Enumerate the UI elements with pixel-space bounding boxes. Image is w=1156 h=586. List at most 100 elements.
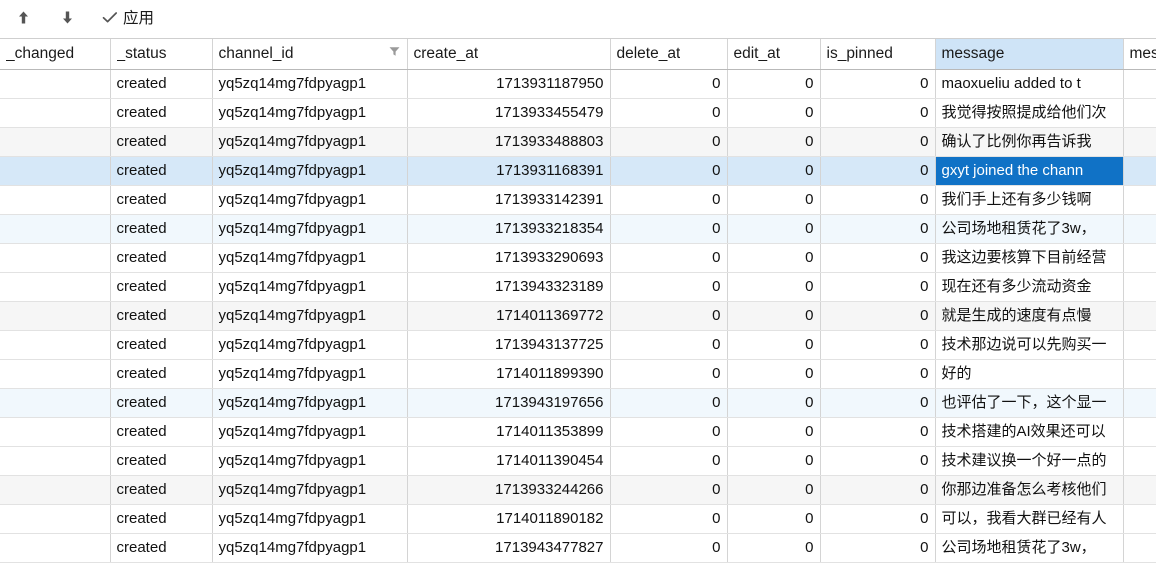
table-row[interactable]: created yq5zq14mg7fdpyagp1 1713933455479 0 0…: [0, 98, 1156, 128]
table-row[interactable]: created yq5zq14mg7fdpyagp1 1714011353899 0 0…: [0, 417, 1156, 447]
cell-delete_at[interactable]: 0: [610, 185, 728, 215]
cell-message2[interactable]: [1123, 127, 1156, 157]
cell-channel_id[interactable]: yq5zq14mg7fdpyagp1: [212, 446, 408, 476]
cell-create_at[interactable]: 1713933488803: [407, 127, 611, 157]
cell-edit_at[interactable]: 0: [727, 504, 821, 534]
cell-message2[interactable]: [1123, 533, 1156, 563]
cell-create_at[interactable]: 1713943197656: [407, 388, 611, 418]
table-row[interactable]: created yq5zq14mg7fdpyagp1 1713931187950 0 0…: [0, 69, 1156, 99]
cell-is_pinned[interactable]: 0: [820, 475, 936, 505]
column-header-is_pinned[interactable]: is_pinned: [820, 39, 936, 70]
cell-delete_at[interactable]: 0: [610, 475, 728, 505]
cell-message2[interactable]: [1123, 388, 1156, 418]
cell-edit_at[interactable]: 0: [727, 185, 821, 215]
cell-edit_at[interactable]: 0: [727, 533, 821, 563]
filter-funnel-icon[interactable]: [388, 39, 401, 68]
apply-button[interactable]: 应用: [96, 6, 164, 32]
cell-edit_at[interactable]: 0: [727, 214, 821, 244]
cell-edit_at[interactable]: 0: [727, 417, 821, 447]
cell-create_at[interactable]: 1713933290693: [407, 243, 611, 273]
cell-create_at[interactable]: 1713931187950: [407, 69, 611, 99]
cell-_status[interactable]: created: [110, 417, 213, 447]
cell-_status[interactable]: created: [110, 301, 213, 331]
cell-create_at[interactable]: 1713943137725: [407, 330, 611, 360]
cell-is_pinned[interactable]: 0: [820, 156, 936, 186]
cell-delete_at[interactable]: 0: [610, 417, 728, 447]
cell-channel_id[interactable]: yq5zq14mg7fdpyagp1: [212, 301, 408, 331]
cell-delete_at[interactable]: 0: [610, 69, 728, 99]
cell-message[interactable]: 我这边要核算下目前经营: [935, 243, 1124, 273]
cell-channel_id[interactable]: yq5zq14mg7fdpyagp1: [212, 388, 408, 418]
column-header-_changed[interactable]: _changed: [0, 39, 111, 70]
cell-edit_at[interactable]: 0: [727, 127, 821, 157]
cell-edit_at[interactable]: 0: [727, 359, 821, 389]
cell-_changed[interactable]: [0, 446, 111, 476]
cell-_changed[interactable]: [0, 127, 111, 157]
column-header-create_at[interactable]: create_at: [407, 39, 611, 70]
cell-create_at[interactable]: 1713933455479: [407, 98, 611, 128]
cell-_status[interactable]: created: [110, 446, 213, 476]
cell-is_pinned[interactable]: 0: [820, 301, 936, 331]
table-row[interactable]: created yq5zq14mg7fdpyagp1 1713943477827 0 0…: [0, 533, 1156, 563]
cell-delete_at[interactable]: 0: [610, 330, 728, 360]
cell-_changed[interactable]: [0, 359, 111, 389]
cell-message[interactable]: 就是生成的速度有点慢: [935, 301, 1124, 331]
cell-message2[interactable]: [1123, 243, 1156, 273]
cell-message[interactable]: 好的: [935, 359, 1124, 389]
cell-is_pinned[interactable]: 0: [820, 533, 936, 563]
cell-delete_at[interactable]: 0: [610, 272, 728, 302]
cell-_status[interactable]: created: [110, 214, 213, 244]
cell-_status[interactable]: created: [110, 272, 213, 302]
table-row[interactable]: created yq5zq14mg7fdpyagp1 1714011369772 0 0…: [0, 301, 1156, 331]
column-header-edit_at[interactable]: edit_at: [727, 39, 821, 70]
cell-_changed[interactable]: [0, 417, 111, 447]
column-header-_status[interactable]: _status: [110, 39, 213, 70]
cell-_changed[interactable]: [0, 185, 111, 215]
cell-message[interactable]: gxyt joined the chann: [935, 156, 1124, 186]
cell-_status[interactable]: created: [110, 127, 213, 157]
cell-create_at[interactable]: 1714011899390: [407, 359, 611, 389]
cell-create_at[interactable]: 1714011390454: [407, 446, 611, 476]
cell-edit_at[interactable]: 0: [727, 98, 821, 128]
cell-delete_at[interactable]: 0: [610, 156, 728, 186]
cell-message2[interactable]: [1123, 185, 1156, 215]
cell-is_pinned[interactable]: 0: [820, 446, 936, 476]
cell-_status[interactable]: created: [110, 359, 213, 389]
cell-_changed[interactable]: [0, 533, 111, 563]
cell-edit_at[interactable]: 0: [727, 243, 821, 273]
column-header-delete_at[interactable]: delete_at: [610, 39, 728, 70]
cell-message2[interactable]: [1123, 98, 1156, 128]
cell-channel_id[interactable]: yq5zq14mg7fdpyagp1: [212, 243, 408, 273]
cell-message2[interactable]: [1123, 475, 1156, 505]
cell-_status[interactable]: created: [110, 98, 213, 128]
cell-delete_at[interactable]: 0: [610, 301, 728, 331]
cell-create_at[interactable]: 1713943477827: [407, 533, 611, 563]
cell-channel_id[interactable]: yq5zq14mg7fdpyagp1: [212, 504, 408, 534]
cell-channel_id[interactable]: yq5zq14mg7fdpyagp1: [212, 69, 408, 99]
cell-message[interactable]: 技术建议换一个好一点的: [935, 446, 1124, 476]
cell-_status[interactable]: created: [110, 330, 213, 360]
cell-message[interactable]: 公司场地租赁花了3w，: [935, 533, 1124, 563]
table-row[interactable]: created yq5zq14mg7fdpyagp1 1713933290693 0 0…: [0, 243, 1156, 273]
cell-create_at[interactable]: 1713933244266: [407, 475, 611, 505]
cell-delete_at[interactable]: 0: [610, 533, 728, 563]
cell-message2[interactable]: [1123, 446, 1156, 476]
table-row[interactable]: created yq5zq14mg7fdpyagp1 1713931168391 0 0…: [0, 156, 1156, 186]
table-row[interactable]: created yq5zq14mg7fdpyagp1 1714011899390 0 0…: [0, 359, 1156, 389]
cell-is_pinned[interactable]: 0: [820, 417, 936, 447]
cell-edit_at[interactable]: 0: [727, 475, 821, 505]
cell-edit_at[interactable]: 0: [727, 301, 821, 331]
cell-delete_at[interactable]: 0: [610, 127, 728, 157]
cell-message2[interactable]: [1123, 330, 1156, 360]
cell-is_pinned[interactable]: 0: [820, 185, 936, 215]
cell-delete_at[interactable]: 0: [610, 243, 728, 273]
cell-channel_id[interactable]: yq5zq14mg7fdpyagp1: [212, 359, 408, 389]
cell-_status[interactable]: created: [110, 504, 213, 534]
cell-is_pinned[interactable]: 0: [820, 243, 936, 273]
column-header-message2[interactable]: mes: [1123, 39, 1156, 70]
table-row[interactable]: created yq5zq14mg7fdpyagp1 1713933488803 0 0…: [0, 127, 1156, 157]
move-down-button[interactable]: [52, 6, 82, 32]
cell-create_at[interactable]: 1714011353899: [407, 417, 611, 447]
cell-edit_at[interactable]: 0: [727, 388, 821, 418]
cell-create_at[interactable]: 1713933218354: [407, 214, 611, 244]
